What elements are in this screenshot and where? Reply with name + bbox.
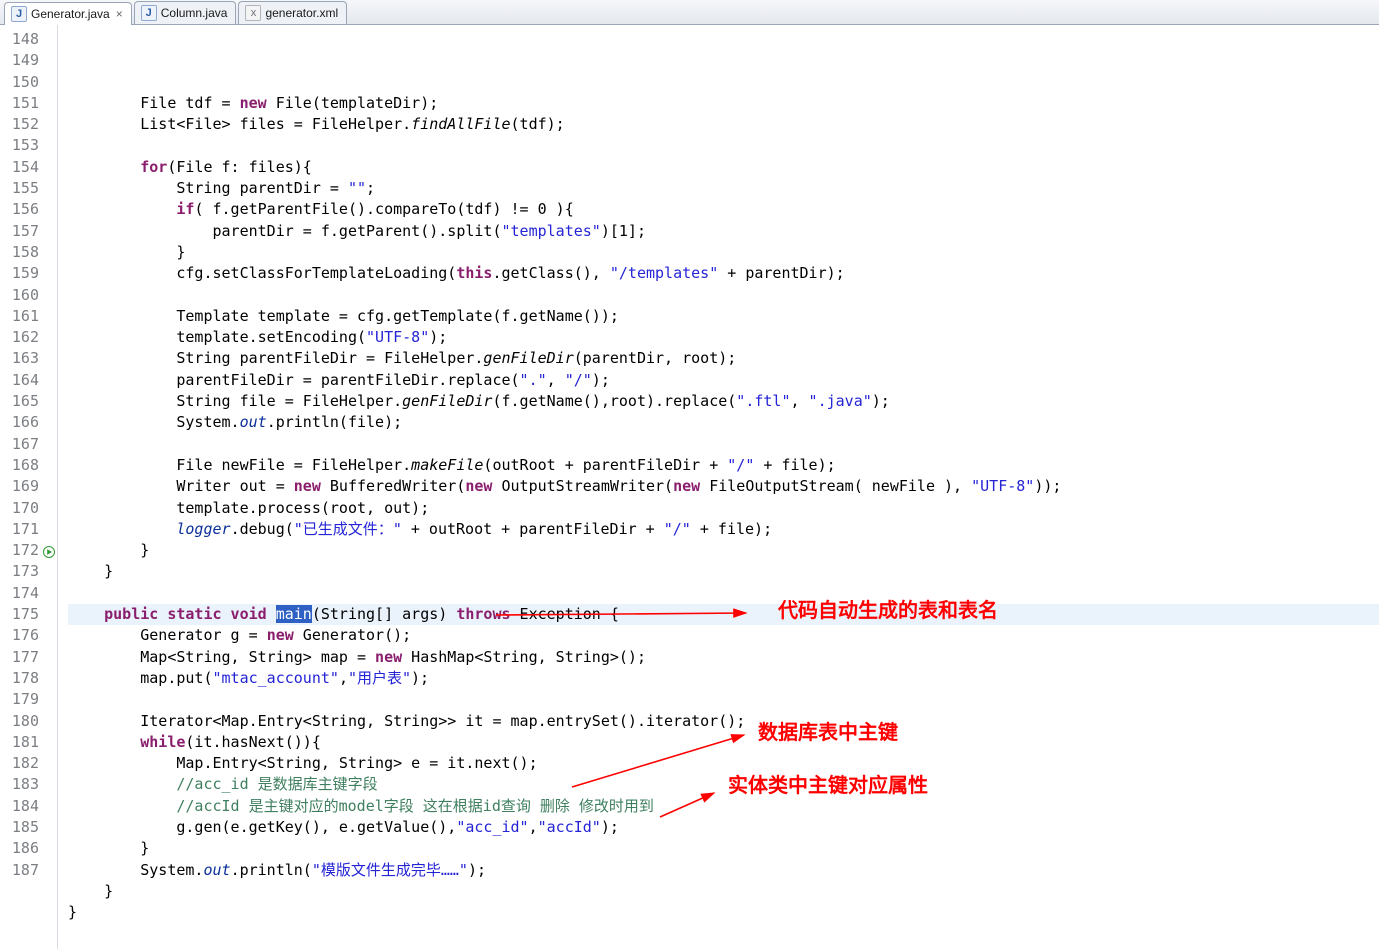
- line-number: 150: [0, 72, 39, 93]
- java-file-icon: [11, 6, 27, 22]
- code-line[interactable]: Iterator<Map.Entry<String, String>> it =…: [68, 711, 1379, 732]
- line-number: 157: [0, 221, 39, 242]
- code-line[interactable]: template.process(root, out);: [68, 498, 1379, 519]
- line-number: 160: [0, 285, 39, 306]
- line-number: 162: [0, 327, 39, 348]
- tab-generator-java[interactable]: Generator.java ×: [4, 2, 132, 25]
- line-number: 152: [0, 114, 39, 135]
- java-file-icon: [141, 5, 157, 21]
- code-line[interactable]: if( f.getParentFile().compareTo(tdf) != …: [68, 199, 1379, 220]
- code-line[interactable]: }: [68, 902, 1379, 923]
- line-number: 168: [0, 455, 39, 476]
- line-number: 156: [0, 199, 39, 220]
- line-number: 169: [0, 476, 39, 497]
- code-line[interactable]: File tdf = new File(templateDir);: [68, 93, 1379, 114]
- code-line[interactable]: String parentDir = "";: [68, 178, 1379, 199]
- line-number: 154: [0, 157, 39, 178]
- line-number: 149: [0, 50, 39, 71]
- line-number: 164: [0, 370, 39, 391]
- tab-column-java[interactable]: Column.java: [134, 1, 237, 24]
- code-line[interactable]: logger.debug("已生成文件：" + outRoot + parent…: [68, 519, 1379, 540]
- code-line[interactable]: }: [68, 242, 1379, 263]
- code-line[interactable]: [68, 689, 1379, 710]
- xml-file-icon: [245, 5, 261, 21]
- line-number-gutter: 1481491501511521531541551561571581591601…: [0, 25, 58, 949]
- code-line[interactable]: for(File f: files){: [68, 157, 1379, 178]
- line-number: 183: [0, 774, 39, 795]
- line-number: 170: [0, 498, 39, 519]
- code-line[interactable]: String parentFileDir = FileHelper.genFil…: [68, 348, 1379, 369]
- line-number: 165: [0, 391, 39, 412]
- line-number: 171: [0, 519, 39, 540]
- editor-tabbar: Generator.java × Column.java generator.x…: [0, 0, 1379, 25]
- line-number: 155: [0, 178, 39, 199]
- code-line[interactable]: while(it.hasNext()){: [68, 732, 1379, 753]
- line-number: 182: [0, 753, 39, 774]
- line-number: 167: [0, 434, 39, 455]
- code-line[interactable]: public static void main(String[] args) t…: [68, 604, 1379, 625]
- tab-generator-xml[interactable]: generator.xml: [238, 1, 347, 24]
- code-line[interactable]: }: [68, 838, 1379, 859]
- line-number: 186: [0, 838, 39, 859]
- code-line[interactable]: Generator g = new Generator();: [68, 625, 1379, 646]
- code-line[interactable]: Map<String, String> map = new HashMap<St…: [68, 647, 1379, 668]
- code-line[interactable]: [68, 583, 1379, 604]
- line-number: 172: [0, 540, 39, 561]
- code-line[interactable]: Writer out = new BufferedWriter(new Outp…: [68, 476, 1379, 497]
- code-line[interactable]: }: [68, 881, 1379, 902]
- code-line[interactable]: List<File> files = FileHelper.findAllFil…: [68, 114, 1379, 135]
- code-line[interactable]: Template template = cfg.getTemplate(f.ge…: [68, 306, 1379, 327]
- line-number: 161: [0, 306, 39, 327]
- code-line[interactable]: template.setEncoding("UTF-8");: [68, 327, 1379, 348]
- line-number: 184: [0, 796, 39, 817]
- code-line[interactable]: System.out.println("模版文件生成完毕……");: [68, 860, 1379, 881]
- line-number: 181: [0, 732, 39, 753]
- line-number: 177: [0, 647, 39, 668]
- code-line[interactable]: map.put("mtac_account","用户表");: [68, 668, 1379, 689]
- tab-label: Generator.java: [31, 7, 110, 21]
- code-line[interactable]: //acc_id 是数据库主键字段: [68, 774, 1379, 795]
- line-number: 163: [0, 348, 39, 369]
- code-line[interactable]: parentDir = f.getParent().split("templat…: [68, 221, 1379, 242]
- line-number: 179: [0, 689, 39, 710]
- line-number: 153: [0, 135, 39, 156]
- line-number: 176: [0, 625, 39, 646]
- code-line[interactable]: }: [68, 540, 1379, 561]
- line-number: 158: [0, 242, 39, 263]
- code-line[interactable]: Map.Entry<String, String> e = it.next();: [68, 753, 1379, 774]
- code-line[interactable]: }: [68, 561, 1379, 582]
- line-number: 187: [0, 860, 39, 881]
- code-line[interactable]: [68, 135, 1379, 156]
- line-number: 166: [0, 412, 39, 433]
- line-number: 178: [0, 668, 39, 689]
- code-editor: 1481491501511521531541551561571581591601…: [0, 25, 1379, 949]
- tab-label: generator.xml: [265, 6, 338, 20]
- code-line[interactable]: [68, 923, 1379, 944]
- code-line[interactable]: parentFileDir = parentFileDir.replace(".…: [68, 370, 1379, 391]
- code-line[interactable]: g.gen(e.getKey(), e.getValue(),"acc_id",…: [68, 817, 1379, 838]
- code-line[interactable]: cfg.setClassForTemplateLoading(this.getC…: [68, 263, 1379, 284]
- run-line-marker-icon[interactable]: [43, 543, 55, 555]
- code-line[interactable]: [68, 434, 1379, 455]
- line-number: 173: [0, 561, 39, 582]
- close-icon[interactable]: ×: [116, 8, 123, 20]
- line-number: 174: [0, 583, 39, 604]
- line-number: 185: [0, 817, 39, 838]
- code-line[interactable]: [68, 285, 1379, 306]
- code-line[interactable]: String file = FileHelper.genFileDir(f.ge…: [68, 391, 1379, 412]
- code-line[interactable]: //accId 是主键对应的model字段 这在根据id查询 删除 修改时用到: [68, 796, 1379, 817]
- line-number: 159: [0, 263, 39, 284]
- code-line[interactable]: File newFile = FileHelper.makeFile(outRo…: [68, 455, 1379, 476]
- line-number: 180: [0, 711, 39, 732]
- code-line[interactable]: System.out.println(file);: [68, 412, 1379, 433]
- line-number: 175: [0, 604, 39, 625]
- code-pane[interactable]: File tdf = new File(templateDir); List<F…: [58, 25, 1379, 949]
- line-number: 151: [0, 93, 39, 114]
- tab-label: Column.java: [161, 6, 228, 20]
- line-number: 148: [0, 29, 39, 50]
